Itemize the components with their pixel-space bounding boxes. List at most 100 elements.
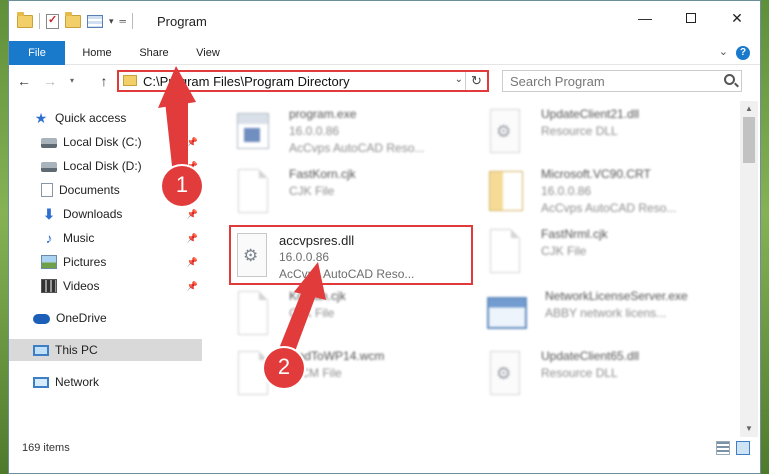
sidebar-item-label: Documents [59, 183, 120, 197]
expand-ribbon-icon[interactable]: ⌄ [719, 45, 728, 58]
sidebar-item-label: OneDrive [56, 311, 107, 325]
file-explorer-window: ▾ ═ Program — ✕ File Home Share View ⌄ ?… [8, 0, 761, 474]
file-name: FastKorn.cjk [289, 167, 356, 181]
pin-icon[interactable]: 📌 [187, 209, 198, 220]
manifest-file-icon [489, 171, 523, 211]
search-input[interactable] [503, 71, 713, 91]
downloads-icon: ⬇ [43, 206, 55, 222]
file-type: CJK File [541, 244, 587, 258]
sidebar-item-quick-access[interactable]: ★ Quick access [9, 107, 202, 129]
new-folder-icon[interactable] [65, 11, 81, 28]
network-app-icon [487, 297, 527, 329]
help-icon[interactable]: ? [736, 46, 750, 60]
blank-file-icon [238, 169, 268, 213]
pin-icon[interactable]: 📌 [187, 281, 198, 292]
blank-file-icon [238, 291, 268, 335]
properties-icon[interactable] [46, 13, 59, 29]
drive-icon [41, 162, 57, 172]
pictures-icon [41, 255, 57, 269]
sidebar-item-downloads[interactable]: ⬇ Downloads 📌 [9, 203, 202, 225]
sidebar-item-network[interactable]: Network [9, 371, 202, 393]
chevron-down-icon[interactable]: ▾ [109, 16, 114, 27]
file-name: program.exe [289, 107, 357, 121]
file-version: 16.0.0.86 [289, 124, 340, 138]
close-button[interactable]: ✕ [714, 1, 760, 35]
sidebar-item-pictures[interactable]: Pictures 📌 [9, 251, 202, 273]
title-bar: ▾ ═ Program — ✕ [9, 1, 760, 41]
tab-view[interactable]: View [185, 41, 231, 65]
scroll-down-button[interactable]: ▼ [740, 421, 758, 437]
blank-file-icon [490, 229, 520, 273]
list-item[interactable]: NetworkLicenseServer.exe ABBY network li… [477, 285, 727, 343]
list-item[interactable]: CadToWP14.wcm WCM File [225, 345, 475, 403]
file-name: Microsoft.VC90.CRT [541, 167, 651, 181]
list-item[interactable]: UpdateClient21.dll Resource DLL [477, 103, 727, 161]
minimize-button[interactable]: — [622, 1, 668, 35]
file-name: accvpsres.dll [279, 233, 355, 248]
details-view-button[interactable] [716, 441, 730, 455]
recent-locations-button[interactable]: ▾ [67, 71, 77, 91]
up-button[interactable]: ↑ [95, 71, 113, 91]
maximize-button[interactable] [668, 1, 714, 35]
address-path[interactable]: C:\Program Files\Program Directory [143, 74, 350, 89]
scrollbar-thumb[interactable] [743, 117, 755, 163]
tab-home[interactable]: Home [71, 41, 123, 65]
chevron-down-icon[interactable]: ⌄ [455, 74, 463, 85]
customize-toolbar-icon[interactable]: ═ [120, 16, 126, 26]
file-name: UpdateClient65.dll [541, 349, 640, 363]
list-item[interactable]: program.exe 16.0.0.86 AcCvps AutoCAD Res… [225, 103, 475, 161]
this-pc-icon [33, 344, 49, 356]
step-1-badge: 1 [162, 166, 202, 206]
list-item[interactable]: Microsoft.VC90.CRT 16.0.0.86 AcCvps Auto… [477, 163, 727, 221]
exe-file-icon [237, 113, 269, 149]
folder-icon[interactable] [17, 11, 33, 28]
blank-file-icon [238, 351, 268, 395]
pin-icon[interactable]: 📌 [187, 137, 198, 148]
navigation-bar: ← → ▾ ↑ C:\Program Files\Program Directo… [9, 65, 760, 97]
file-description: AcCvps AutoCAD Reso... [289, 141, 425, 155]
forward-button[interactable]: → [41, 71, 59, 91]
sidebar-item-music[interactable]: ♪ Music 📌 [9, 227, 202, 249]
network-icon [33, 376, 49, 388]
videos-icon [41, 279, 57, 293]
sidebar-item-local-disk-c[interactable]: Local Disk (C:) 📌 [9, 131, 202, 153]
toolbar-separator [39, 13, 40, 29]
sidebar-item-label: Pictures [63, 255, 107, 269]
file-description: ABBY network licens... [545, 306, 667, 320]
sidebar-item-onedrive[interactable]: OneDrive [9, 307, 202, 329]
file-type: CJK File [289, 184, 335, 198]
search-box[interactable] [502, 70, 742, 92]
item-count: 169 items [22, 442, 70, 454]
search-icon[interactable] [724, 74, 735, 85]
list-item[interactable]: FastNrml.cjk CJK File [477, 223, 727, 281]
scroll-up-button[interactable]: ▲ [740, 101, 758, 117]
sidebar-item-this-pc[interactable]: This PC [9, 339, 202, 361]
vertical-scrollbar[interactable]: ▲ ▼ [740, 101, 758, 437]
list-item[interactable]: UpdateClient65.dll Resource DLL [477, 345, 727, 403]
back-button[interactable]: ← [15, 71, 33, 91]
sidebar-item-videos[interactable]: Videos 📌 [9, 275, 202, 297]
pin-icon[interactable]: 📌 [187, 233, 198, 244]
sidebar-item-label: This PC [55, 343, 98, 357]
tab-share[interactable]: Share [129, 41, 179, 65]
large-icons-view-button[interactable] [736, 441, 750, 455]
tab-file[interactable]: File [9, 41, 65, 65]
toolbar-separator [131, 13, 133, 29]
customize-view-icon[interactable] [87, 14, 103, 28]
selected-file-item[interactable]: accvpsres.dll 16.0.0.86 AcCvps AutoCAD R… [229, 225, 473, 285]
maximize-icon [686, 13, 696, 23]
file-version: 16.0.0.86 [541, 184, 592, 198]
dll-file-icon [490, 109, 520, 153]
file-name: UpdateClient21.dll [541, 107, 640, 121]
list-item[interactable]: Korean.cjk CJK File [225, 285, 475, 343]
list-item[interactable]: FastKorn.cjk CJK File [225, 163, 475, 221]
file-description: AcCvps AutoCAD Reso... [541, 201, 677, 215]
address-bar[interactable]: C:\Program Files\Program Directory ⌄ ↻ [117, 70, 489, 92]
music-icon: ♪ [45, 230, 53, 246]
dll-file-icon [237, 233, 267, 277]
file-name: CadToWP14.wcm [289, 349, 385, 363]
refresh-button[interactable]: ↻ [465, 72, 487, 90]
file-version: 16.0.0.86 [279, 250, 330, 264]
pin-icon[interactable]: 📌 [187, 257, 198, 268]
step-2-badge: 2 [264, 348, 304, 388]
